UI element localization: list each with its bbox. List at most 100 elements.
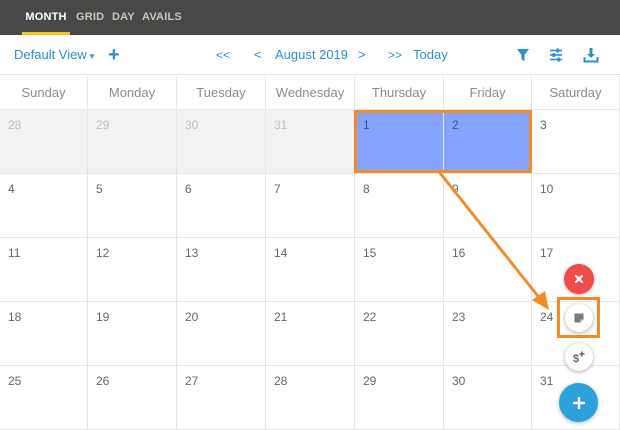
day-cell[interactable]: 6 [177, 174, 266, 238]
day-number: 16 [452, 246, 466, 260]
sliders-icon[interactable] [547, 46, 565, 64]
day-cell[interactable]: 15 [355, 238, 444, 302]
previous-month-button[interactable]: < [254, 35, 262, 75]
weekday-header-saturday: Saturday [532, 76, 620, 110]
weekday-header-friday: Friday [444, 76, 532, 110]
day-cell[interactable]: 19 [88, 302, 177, 366]
day-number: 21 [274, 310, 288, 324]
day-number: 24 [540, 310, 554, 324]
day-number: 30 [452, 374, 466, 388]
day-cell[interactable]: 30 [444, 366, 532, 430]
day-number: 29 [96, 118, 110, 132]
month-calendar: Sunday Monday Tuesday Wednesday Thursday Frid… [0, 76, 620, 430]
day-cell[interactable]: 25 [0, 366, 88, 430]
add-event-button[interactable] [559, 383, 598, 422]
day-cell[interactable]: 21 [266, 302, 355, 366]
day-number: 31 [540, 374, 554, 388]
close-selection-button[interactable] [564, 264, 594, 294]
day-number: 26 [96, 374, 110, 388]
tab-grid[interactable]: GRID [76, 0, 104, 35]
day-number: 25 [8, 374, 22, 388]
day-cell[interactable]: 27 [177, 366, 266, 430]
day-cell[interactable]: 7 [266, 174, 355, 238]
day-number: 3 [540, 118, 547, 132]
weekday-header-tuesday: Tuesday [177, 76, 266, 110]
previous-year-button[interactable]: << [216, 35, 230, 75]
day-number: 6 [185, 182, 192, 196]
day-number: 17 [540, 246, 554, 260]
day-cell[interactable]: 29 [355, 366, 444, 430]
default-view-label: Default View [14, 47, 87, 62]
day-cell[interactable]: 16 [444, 238, 532, 302]
day-cell-selected[interactable]: 1 [355, 110, 444, 174]
tab-day[interactable]: DAY [112, 0, 135, 35]
day-number: 1 [363, 118, 370, 132]
day-number: 28 [274, 374, 288, 388]
filter-icon[interactable] [514, 46, 532, 64]
day-cell[interactable]: 8 [355, 174, 444, 238]
day-cell[interactable]: 29 [88, 110, 177, 174]
day-number: 12 [96, 246, 110, 260]
day-cell[interactable]: 11 [0, 238, 88, 302]
day-number: 23 [452, 310, 466, 324]
day-cell[interactable]: 18 [0, 302, 88, 366]
view-tab-bar: MONTH GRID DAY AVAILS [0, 0, 620, 35]
day-cell[interactable]: 9 [444, 174, 532, 238]
chevron-down-icon: ▾ [89, 51, 95, 61]
add-button[interactable]: + [108, 35, 120, 75]
day-cell[interactable]: 26 [88, 366, 177, 430]
day-cell[interactable]: 14 [266, 238, 355, 302]
next-month-button[interactable]: > [358, 35, 366, 75]
day-number: 9 [452, 182, 459, 196]
day-number: 31 [274, 118, 288, 132]
tab-avails[interactable]: AVAILS [142, 0, 182, 35]
day-cell[interactable]: 4 [0, 174, 88, 238]
weekday-header-wednesday: Wednesday [266, 76, 355, 110]
day-cell[interactable]: 3 [532, 110, 620, 174]
dollar-plus-icon: $ [573, 351, 585, 364]
day-cell[interactable]: 28 [0, 110, 88, 174]
calendar-toolbar: Default View ▾ + << < August 2019 > >> To… [0, 35, 620, 75]
download-icon[interactable] [582, 46, 600, 64]
next-year-button[interactable]: >> [388, 35, 402, 75]
plus-icon [572, 396, 585, 409]
day-number: 22 [363, 310, 377, 324]
close-icon [574, 274, 584, 284]
day-number: 30 [185, 118, 199, 132]
day-number: 27 [185, 374, 199, 388]
day-cell[interactable]: 31 [266, 110, 355, 174]
day-cell[interactable]: 22 [355, 302, 444, 366]
day-cell[interactable]: 5 [88, 174, 177, 238]
day-cell[interactable]: 13 [177, 238, 266, 302]
day-number: 19 [96, 310, 110, 324]
svg-text:$: $ [573, 353, 579, 364]
day-number: 2 [452, 118, 459, 132]
add-note-button[interactable] [565, 304, 593, 332]
day-number: 28 [8, 118, 22, 132]
day-number: 10 [540, 182, 554, 196]
day-number: 18 [8, 310, 22, 324]
day-number: 7 [274, 182, 281, 196]
day-cell[interactable]: 10 [532, 174, 620, 238]
weekday-header-sunday: Sunday [0, 76, 88, 110]
tab-month[interactable]: MONTH [22, 0, 70, 35]
day-number: 4 [8, 182, 15, 196]
day-number: 8 [363, 182, 370, 196]
day-cell[interactable]: 28 [266, 366, 355, 430]
day-cell-selected[interactable]: 2 [444, 110, 532, 174]
add-price-button[interactable]: $ [565, 343, 593, 371]
day-number: 29 [363, 374, 377, 388]
day-number: 5 [96, 182, 103, 196]
day-cell[interactable]: 12 [88, 238, 177, 302]
weekday-header-thursday: Thursday [355, 76, 444, 110]
day-number: 20 [185, 310, 199, 324]
current-month-label[interactable]: August 2019 [275, 35, 348, 75]
day-cell[interactable]: 20 [177, 302, 266, 366]
default-view-dropdown[interactable]: Default View ▾ [14, 35, 94, 75]
day-number: 15 [363, 246, 377, 260]
day-cell[interactable]: 30 [177, 110, 266, 174]
day-number: 11 [8, 246, 21, 260]
today-button[interactable]: Today [413, 35, 448, 75]
day-cell[interactable]: 23 [444, 302, 532, 366]
note-icon [574, 313, 584, 323]
